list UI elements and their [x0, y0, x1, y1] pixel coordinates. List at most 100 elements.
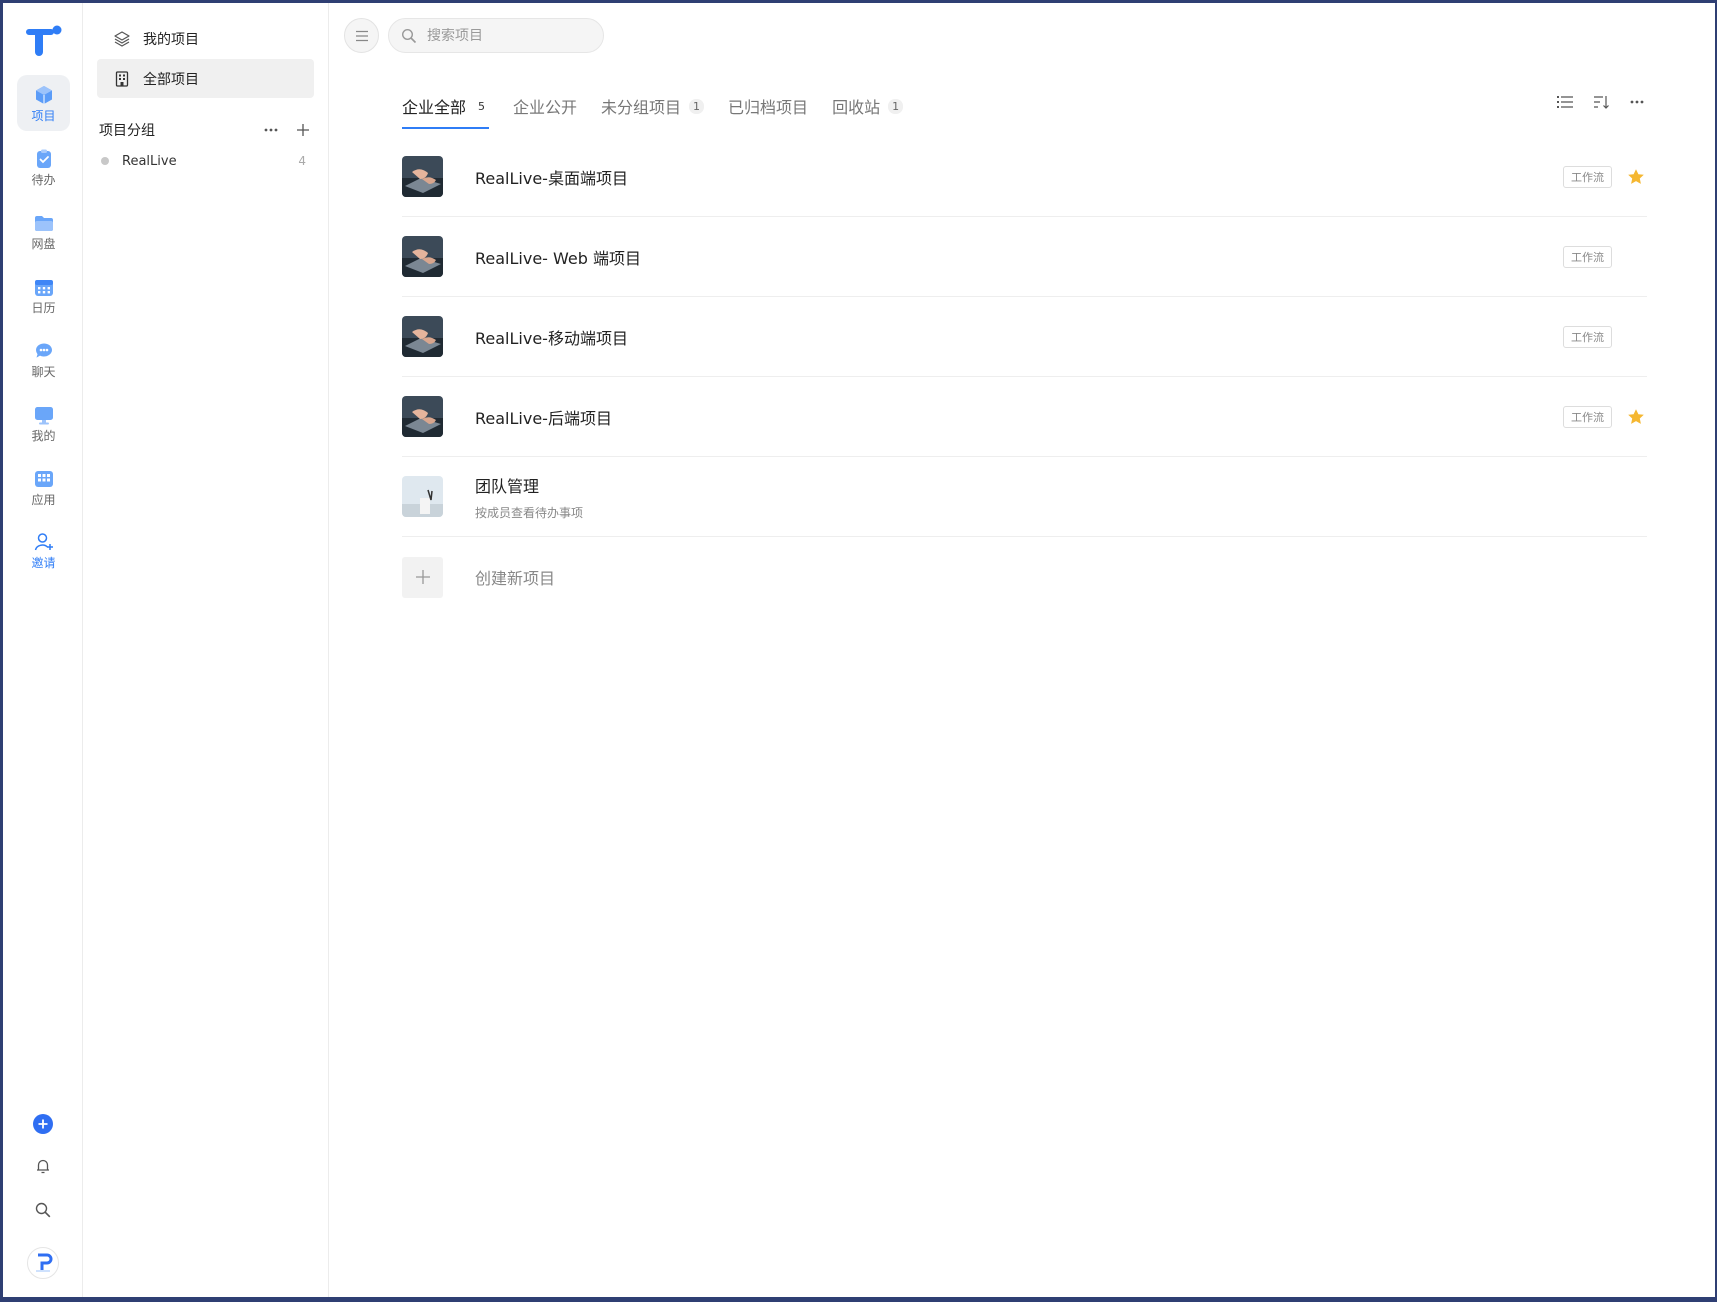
hamburger-icon: [355, 30, 368, 41]
create-project-box: [402, 556, 443, 598]
plus-icon: [297, 124, 309, 136]
more-horizontal-icon: [264, 128, 278, 132]
create-project-button[interactable]: 创建新项目: [402, 537, 1647, 617]
main-content: 企业全部 5 企业公开 未分组项目 1 已归档项目 回收站 1: [329, 3, 1715, 1297]
project-info: RealLive-移动端项目: [475, 325, 1563, 349]
rail-item-label: 邀请: [31, 555, 56, 570]
tab-label: 回收站: [832, 98, 881, 117]
apps-grid-icon: [34, 470, 53, 487]
todo-clipboard-icon: [36, 149, 51, 168]
project-row[interactable]: RealLive-桌面端项目 工作流: [402, 137, 1647, 217]
plus-circle-icon: [33, 1114, 53, 1134]
project-row[interactable]: RealLive-移动端项目 工作流: [402, 297, 1647, 377]
rail-item-label: 应用: [31, 492, 56, 507]
search-icon: [35, 1202, 51, 1218]
rail-item-project[interactable]: 项目: [17, 75, 70, 131]
calendar-icon: [34, 279, 53, 296]
sidebar-item-all-projects[interactable]: 全部项目: [97, 59, 314, 98]
project-name: RealLive-移动端项目: [475, 328, 628, 348]
rail-item-drive[interactable]: 网盘: [17, 203, 70, 259]
project-thumbnail: [402, 316, 443, 357]
building-icon: [115, 70, 129, 87]
view-tools: [1541, 90, 1649, 114]
tab-badge: 1: [888, 98, 904, 114]
drive-folder-icon: [34, 215, 53, 231]
app-window: 项目 待办 网盘 日历 聊天 我的 应用 邀请 我的项目 全部项目 项目分组 R…: [3, 3, 1715, 1297]
rail-item-label: 聊天: [31, 364, 56, 379]
bell-icon: [37, 1159, 49, 1174]
group-more-button[interactable]: [260, 119, 282, 141]
list-view-button[interactable]: [1553, 90, 1577, 114]
more-horizontal-icon: [1630, 100, 1644, 104]
monitor-icon: [34, 406, 53, 424]
workflow-tag: 工作流: [1563, 325, 1612, 348]
rail-item-chat[interactable]: 聊天: [17, 331, 70, 387]
star-icon[interactable]: [1627, 168, 1645, 186]
group-dot: [101, 157, 109, 165]
project-name: RealLive- Web 端项目: [475, 248, 641, 268]
project-name: RealLive-后端项目: [475, 408, 612, 428]
rail-item-label: 待办: [31, 172, 56, 187]
group-item-reallive[interactable]: RealLive 4: [97, 145, 314, 177]
project-thumbnail: [402, 236, 443, 277]
menu-toggle-button[interactable]: [344, 18, 379, 53]
group-count: 4: [298, 154, 306, 168]
workflow-tag: 工作流: [1563, 405, 1612, 428]
project-row[interactable]: RealLive- Web 端项目 工作流: [402, 217, 1647, 297]
tab-recycle-bin[interactable]: 回收站 1: [832, 90, 904, 122]
project-list: RealLive-桌面端项目 工作流 RealLive- Web 端项目 工作流: [402, 137, 1647, 617]
list-view-icon: [1557, 96, 1573, 108]
create-project-label: 创建新项目: [475, 569, 556, 588]
rail-item-mine[interactable]: 我的: [17, 395, 70, 451]
sidebar-item-label: 全部项目: [143, 71, 199, 88]
tab-enterprise-public[interactable]: 企业公开: [513, 90, 577, 122]
sidebar-item-my-projects[interactable]: 我的项目: [97, 19, 314, 58]
top-bar: [344, 18, 604, 53]
invite-user-icon: [34, 532, 53, 550]
project-thumbnail: [402, 156, 443, 197]
tab-label: 未分组项目: [601, 98, 682, 117]
layers-icon: [114, 30, 130, 47]
project-row[interactable]: 团队管理 按成员查看待办事项: [402, 457, 1647, 537]
search-input[interactable]: [427, 27, 587, 44]
tab-enterprise-all[interactable]: 企业全部 5: [402, 90, 490, 129]
project-row[interactable]: RealLive-后端项目 工作流: [402, 377, 1647, 457]
search-box: [388, 18, 604, 53]
tab-label: 已归档项目: [728, 98, 809, 117]
project-group-header: 项目分组: [97, 115, 314, 145]
left-rail: 项目 待办 网盘 日历 聊天 我的 应用 邀请: [3, 3, 83, 1297]
project-info: RealLive-后端项目: [475, 405, 1563, 429]
notifications-button[interactable]: [3, 1157, 83, 1175]
sort-button[interactable]: [1589, 90, 1613, 114]
rail-item-apps[interactable]: 应用: [17, 459, 70, 515]
avatar: [27, 1247, 59, 1279]
plus-icon: [415, 570, 430, 584]
rail-item-label: 网盘: [31, 236, 56, 251]
app-logo-icon: [26, 25, 62, 56]
project-cube-icon: [35, 85, 52, 104]
rail-item-todo[interactable]: 待办: [17, 139, 70, 195]
user-avatar[interactable]: [3, 1247, 83, 1279]
project-info: RealLive- Web 端项目: [475, 245, 1563, 269]
workflow-tag: 工作流: [1563, 165, 1612, 188]
project-name: 团队管理: [475, 476, 540, 496]
group-name: RealLive: [122, 153, 177, 169]
chat-bubble-icon: [35, 342, 52, 358]
tab-badge: 5: [478, 99, 486, 113]
rail-item-calendar[interactable]: 日历: [17, 267, 70, 323]
rail-item-invite[interactable]: 邀请: [17, 522, 70, 578]
sidebar-item-label: 我的项目: [143, 31, 199, 48]
tab-label: 企业公开: [513, 98, 578, 117]
more-options-button[interactable]: [1625, 90, 1649, 114]
workflow-tag: 工作流: [1563, 245, 1612, 268]
tab-archived[interactable]: 已归档项目: [728, 90, 808, 122]
tab-ungrouped[interactable]: 未分组项目 1: [601, 90, 705, 122]
star-icon[interactable]: [1627, 408, 1645, 426]
project-thumbnail: [402, 396, 443, 437]
quick-add-button[interactable]: [3, 1114, 83, 1134]
global-search-button[interactable]: [3, 1201, 83, 1219]
project-description: 按成员查看待办事项: [475, 505, 584, 520]
add-group-button[interactable]: [292, 119, 314, 141]
project-name: RealLive-桌面端项目: [475, 168, 628, 188]
project-group-title: 项目分组: [99, 123, 155, 139]
